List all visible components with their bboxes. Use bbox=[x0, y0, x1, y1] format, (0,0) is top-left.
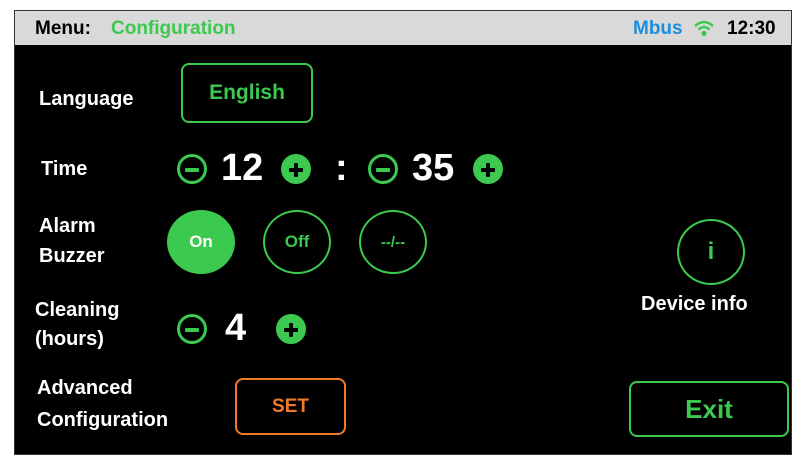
alarm-label-line2: Buzzer bbox=[39, 245, 105, 267]
exit-button[interactable]: Exit bbox=[629, 381, 789, 437]
cleaning-value: 4 bbox=[225, 307, 247, 349]
minutes-increment-button[interactable] bbox=[473, 154, 503, 184]
wifi-icon bbox=[694, 20, 714, 37]
cleaning-increment-button[interactable] bbox=[276, 314, 306, 344]
screen: Menu: Configuration Mbus 12:30 Language … bbox=[14, 10, 792, 455]
menu-title: Configuration bbox=[111, 18, 236, 39]
menu-label: Menu: bbox=[35, 18, 91, 39]
hours-value: 12 bbox=[221, 147, 264, 189]
alarm-off-button[interactable]: Off bbox=[263, 210, 331, 274]
language-label: Language bbox=[39, 88, 134, 110]
bus-indicator: Mbus bbox=[633, 18, 683, 39]
cleaning-decrement-button[interactable] bbox=[177, 314, 207, 344]
cleaning-label-line1: Cleaning bbox=[35, 299, 120, 321]
minutes-value: 35 bbox=[412, 147, 455, 189]
header-bar: Menu: Configuration Mbus 12:30 bbox=[15, 11, 791, 45]
hours-increment-button[interactable] bbox=[281, 154, 311, 184]
language-button[interactable]: English bbox=[181, 63, 313, 123]
device-info-label: Device info bbox=[641, 293, 748, 315]
set-button[interactable]: SET bbox=[235, 378, 346, 435]
hours-decrement-button[interactable] bbox=[177, 154, 207, 184]
time-separator: : bbox=[335, 147, 348, 189]
device-info-button[interactable]: i bbox=[677, 219, 745, 285]
advanced-label-line1: Advanced bbox=[37, 377, 133, 399]
time-label: Time bbox=[41, 158, 88, 180]
alarm-on-button[interactable]: On bbox=[167, 210, 235, 274]
advanced-label-line2: Configuration bbox=[37, 409, 169, 431]
clock: 12:30 bbox=[727, 18, 776, 39]
minutes-decrement-button[interactable] bbox=[368, 154, 398, 184]
alarm-label-line1: Alarm bbox=[39, 215, 96, 237]
cleaning-label-line2: (hours) bbox=[35, 328, 104, 350]
alarm-unset-button[interactable]: --/-- bbox=[359, 210, 427, 274]
